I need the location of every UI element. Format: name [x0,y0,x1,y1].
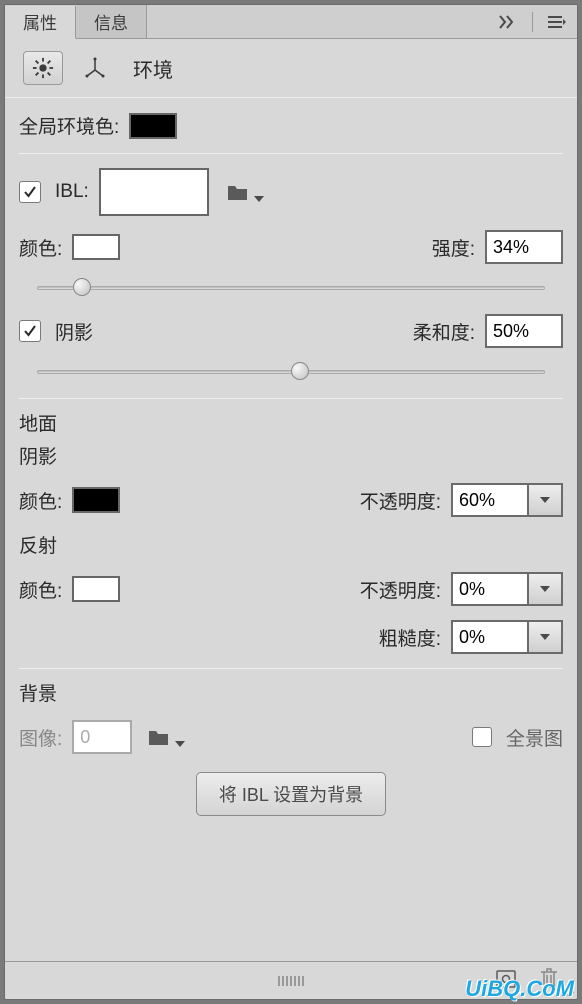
ibl-color-swatch[interactable] [72,234,120,260]
intensity-label: 强度: [432,234,475,261]
panorama-checkbox[interactable] [472,727,492,747]
global-ambient-swatch[interactable] [129,113,177,139]
ground-opacity-label: 不透明度: [360,487,441,514]
softness-input[interactable] [485,314,563,348]
ground-title: 地面 [19,409,563,436]
image-input [72,720,132,754]
image-label: 图像: [19,724,62,751]
refl-color-label: 颜色: [19,576,62,603]
reflection-title: 反射 [19,531,563,558]
color-label: 颜色: [19,234,62,261]
light-button[interactable] [23,51,63,85]
intensity-input[interactable] [485,230,563,264]
panel-title: 环境 [133,54,173,83]
menu-icon[interactable] [547,12,567,32]
tab-label: 信息 [94,9,128,34]
ibl-label: IBL: [55,181,89,203]
refl-opacity-dropdown[interactable] [529,572,563,606]
shadow-checkbox[interactable] [19,320,41,342]
resize-grip-icon[interactable] [561,983,575,997]
tab-info[interactable]: 信息 [76,5,147,38]
button-label: 将 IBL 设置为背景 [219,785,363,805]
shadow-label: 阴影 [55,318,93,345]
folder-icon[interactable] [227,182,264,202]
background-title: 背景 [19,679,563,706]
collapse-icon[interactable] [498,12,518,32]
global-ambient-label: 全局环境色: [19,112,119,139]
intensity-slider[interactable] [37,278,545,296]
tab-label: 属性 [23,9,57,34]
ibl-checkbox[interactable] [19,181,41,203]
ground-opacity-input[interactable] [451,483,529,517]
trash-icon[interactable] [539,967,559,994]
ground-color-label: 颜色: [19,487,62,514]
ground-shadow-title: 阴影 [19,442,563,469]
tab-properties[interactable]: 属性 [5,6,76,39]
axis-icon[interactable] [75,51,115,85]
panel-tabs: 属性 信息 [5,5,577,39]
refl-opacity-input[interactable] [451,572,529,606]
panorama-label: 全景图 [506,724,563,751]
roughness-dropdown[interactable] [529,620,563,654]
softness-slider[interactable] [37,362,545,380]
header-row: 环境 [5,39,577,97]
refl-opacity-label: 不透明度: [360,576,441,603]
softness-label: 柔和度: [413,318,475,345]
box-icon[interactable] [495,967,517,994]
roughness-label: 粗糙度: [379,624,441,651]
roughness-input[interactable] [451,620,529,654]
grip-icon [278,976,304,986]
set-ibl-background-button[interactable]: 将 IBL 设置为背景 [196,772,386,816]
reflection-swatch[interactable] [72,576,120,602]
bg-folder-icon[interactable] [148,727,185,747]
ibl-image-swatch[interactable] [99,168,209,216]
bottom-bar [5,961,577,999]
ground-opacity-dropdown[interactable] [529,483,563,517]
ground-shadow-swatch[interactable] [72,487,120,513]
